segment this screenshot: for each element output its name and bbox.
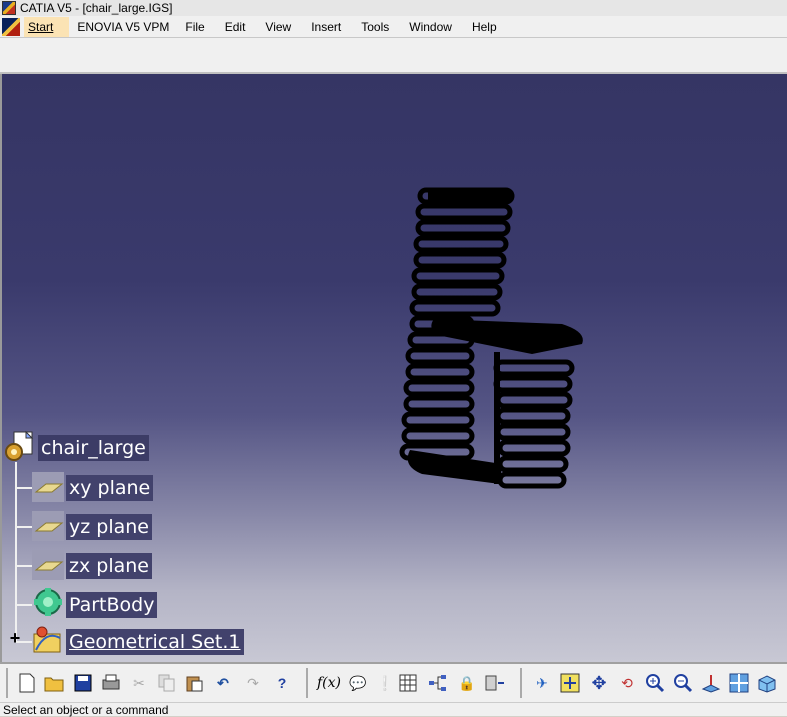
partbody-icon[interactable]: [32, 586, 64, 618]
knowledge-icon[interactable]: [484, 672, 506, 694]
fly-icon[interactable]: ✈: [531, 672, 553, 694]
bottom-toolbar: ✂ ↶ ↷ ? f(x) 💬 ❕ 🔒 ✈ ✥ ⟲: [0, 662, 787, 702]
tree-icon[interactable]: [427, 672, 449, 694]
tree-connector-vertical: [15, 462, 17, 642]
normal-view-icon[interactable]: [700, 672, 722, 694]
menu-file[interactable]: File: [179, 17, 214, 37]
save-icon[interactable]: [72, 672, 94, 694]
light-icon[interactable]: ❕: [374, 672, 396, 694]
toolbar-separator: [306, 668, 308, 698]
paste-icon[interactable]: [183, 672, 205, 694]
rotate-icon[interactable]: ⟲: [616, 672, 638, 694]
multi-view-icon[interactable]: [728, 672, 750, 694]
catia-logo-icon[interactable]: [2, 17, 20, 36]
chair-model[interactable]: [382, 184, 602, 504]
pan-icon[interactable]: ✥: [588, 672, 610, 694]
part-document-icon[interactable]: [4, 430, 36, 462]
tree-item-zx-plane[interactable]: zx plane: [66, 553, 152, 579]
menu-help[interactable]: Help: [462, 17, 507, 37]
geometrical-set-icon[interactable]: [32, 624, 64, 656]
iso-view-icon[interactable]: [756, 672, 778, 694]
tree-item-geometrical-set[interactable]: Geometrical Set.1: [66, 629, 244, 655]
fit-all-icon[interactable]: [559, 672, 581, 694]
menu-tools[interactable]: Tools: [351, 17, 399, 37]
menu-enovia[interactable]: ENOVIA V5 VPM: [69, 17, 179, 37]
zoom-in-icon[interactable]: [644, 672, 666, 694]
zoom-out-icon[interactable]: [672, 672, 694, 694]
new-icon[interactable]: [16, 672, 38, 694]
cut-icon[interactable]: ✂: [128, 672, 150, 694]
menu-start[interactable]: Start: [24, 16, 70, 37]
status-bar: Select an object or a command: [0, 702, 787, 717]
expand-plus-icon[interactable]: +: [8, 629, 22, 647]
top-toolbar-area: [0, 38, 787, 74]
print-icon[interactable]: [100, 672, 122, 694]
menu-window[interactable]: Window: [399, 17, 462, 37]
comment-icon[interactable]: 💬: [347, 672, 369, 694]
table-icon[interactable]: [397, 672, 419, 694]
tree-item-yz-plane[interactable]: yz plane: [66, 514, 152, 540]
3d-viewport[interactable]: chair_large xy plane yz plane zx plane P…: [0, 74, 787, 662]
undo-icon[interactable]: ↶: [212, 672, 234, 694]
whats-this-icon[interactable]: ?: [271, 672, 293, 694]
tree-item-partbody[interactable]: PartBody: [66, 592, 158, 618]
tree-connector: [16, 487, 32, 489]
tree-root-chair-large[interactable]: chair_large: [38, 435, 149, 461]
specification-tree: chair_large xy plane yz plane zx plane P…: [2, 74, 302, 662]
formula-icon[interactable]: f(x): [317, 672, 341, 694]
lock-icon[interactable]: 🔒: [456, 672, 478, 694]
tree-connector: [16, 604, 32, 606]
zx-plane-icon[interactable]: [32, 550, 64, 582]
menu-insert[interactable]: Insert: [301, 17, 351, 37]
title-bar: CATIA V5 - [chair_large.IGS]: [0, 0, 787, 16]
redo-icon[interactable]: ↷: [242, 672, 264, 694]
toolbar-separator: [6, 668, 8, 698]
xy-plane-icon[interactable]: [32, 472, 64, 504]
menu-edit[interactable]: Edit: [215, 17, 256, 37]
catia-app-icon: [2, 1, 16, 15]
tree-connector: [16, 526, 32, 528]
toolbar-separator: [520, 668, 522, 698]
copy-icon[interactable]: [156, 672, 178, 694]
open-icon[interactable]: [43, 672, 65, 694]
yz-plane-icon[interactable]: [32, 511, 64, 543]
tree-item-xy-plane[interactable]: xy plane: [66, 475, 154, 501]
tree-connector: [16, 565, 32, 567]
menu-view[interactable]: View: [255, 17, 301, 37]
window-title: CATIA V5 - [chair_large.IGS]: [20, 1, 173, 15]
menu-bar: Start ENOVIA V5 VPM File Edit View Inser…: [0, 16, 787, 38]
